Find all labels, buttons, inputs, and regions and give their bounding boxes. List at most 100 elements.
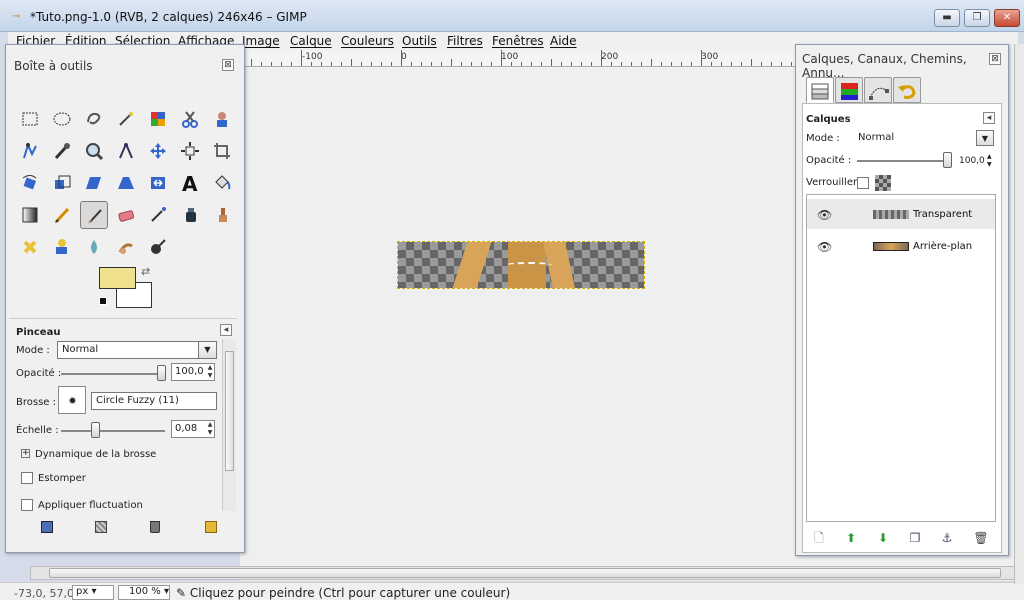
anchor-layer-icon[interactable]: ⚓ — [939, 530, 955, 546]
layer-row[interactable]: 👁 Transparent — [807, 199, 995, 229]
tool-ellipse-select[interactable] — [48, 105, 76, 133]
horizontal-ruler[interactable]: -100 0 100 200 300 — [240, 50, 800, 67]
tool-perspective[interactable] — [112, 169, 140, 197]
layer-name[interactable]: Arrière-plan — [913, 241, 972, 252]
scale-slider[interactable] — [61, 422, 165, 438]
dynamics-toggle[interactable]: Dynamique de la brosse — [35, 449, 156, 460]
tool-bucket-fill[interactable] — [208, 169, 236, 197]
swap-colors-icon[interactable]: ⇄ — [141, 265, 150, 278]
tool-clone[interactable] — [208, 201, 236, 229]
tool-shear[interactable] — [80, 169, 108, 197]
visibility-eye-icon[interactable]: 👁 — [817, 208, 832, 222]
opacity-slider-handle[interactable] — [157, 365, 166, 381]
tool-dodge-burn[interactable] — [144, 233, 172, 261]
tool-smudge[interactable] — [112, 233, 140, 261]
tool-eraser[interactable] — [112, 201, 140, 229]
horizontal-scrollbar[interactable] — [30, 566, 1020, 580]
unit-select[interactable]: px ▾ — [72, 585, 114, 600]
layer-row[interactable]: 👁 Arrière-plan — [807, 231, 995, 261]
menu-filtres[interactable]: Filtres — [447, 34, 483, 48]
tool-text[interactable]: A — [176, 169, 204, 197]
tool-color-select[interactable] — [144, 105, 172, 133]
expand-icon[interactable]: + — [21, 449, 30, 458]
opacity-spinner[interactable]: 100,0 ▲ ▼ — [171, 363, 215, 381]
reset-options-icon[interactable] — [205, 521, 217, 533]
scale-slider-handle[interactable] — [91, 422, 100, 438]
spin-arrows-icon[interactable]: ▲ ▼ — [206, 364, 214, 380]
jitter-checkbox[interactable] — [21, 499, 33, 511]
menu-calque[interactable]: Calque — [290, 34, 332, 48]
tab-channels[interactable] — [835, 77, 863, 103]
tool-blur[interactable] — [80, 233, 108, 261]
tool-align[interactable] — [176, 137, 204, 165]
spin-arrows-icon[interactable]: ▲ ▼ — [206, 421, 214, 437]
close-button[interactable]: ✕ — [994, 9, 1020, 27]
tab-layers[interactable] — [806, 77, 834, 103]
new-layer-icon[interactable]: 🗋 — [811, 530, 827, 546]
menu-fenetres[interactable]: Fenêtres — [492, 34, 544, 48]
mode-select[interactable]: Normal ▼ — [57, 341, 217, 359]
layer-name[interactable]: Transparent — [913, 209, 972, 220]
zoom-select[interactable]: 100 % ▾ — [118, 585, 170, 600]
tool-blend[interactable] — [16, 201, 44, 229]
ruler-tick — [511, 62, 512, 66]
maximize-button[interactable]: ❐ — [964, 9, 990, 27]
menu-couleurs[interactable]: Couleurs — [341, 34, 394, 48]
tool-perspective-clone[interactable] — [48, 233, 76, 261]
menu-outils[interactable]: Outils — [402, 34, 437, 48]
default-colors-icon[interactable] — [99, 297, 107, 305]
fade-checkbox[interactable] — [21, 472, 33, 484]
menu-image[interactable]: Image — [242, 34, 280, 48]
layer-opacity-handle[interactable] — [943, 152, 952, 168]
tool-move[interactable] — [144, 137, 172, 165]
tool-paths[interactable] — [16, 137, 44, 165]
restore-options-icon[interactable] — [95, 521, 107, 533]
brush-preview[interactable] — [58, 386, 86, 414]
tool-heal[interactable] — [16, 233, 44, 261]
foreground-color-swatch[interactable] — [99, 267, 136, 289]
raise-layer-icon[interactable]: ⬆ — [843, 530, 859, 546]
tool-free-select[interactable] — [80, 105, 108, 133]
tool-airbrush[interactable] — [144, 201, 172, 229]
layer-opacity-slider[interactable] — [857, 152, 952, 168]
delete-layer-icon[interactable]: 🗑 — [973, 530, 989, 546]
scale-spinner[interactable]: 0,08 ▲ ▼ — [171, 420, 215, 438]
tool-rotate[interactable] — [16, 169, 44, 197]
tool-scissors-select[interactable] — [176, 105, 204, 133]
layer-mode-select[interactable]: Normal ▼ — [853, 129, 995, 147]
tool-scale[interactable] — [48, 169, 76, 197]
tool-rect-select[interactable] — [16, 105, 44, 133]
tool-crop[interactable] — [208, 137, 236, 165]
tab-paths[interactable] — [864, 77, 892, 103]
lock-alpha-checkbox[interactable] — [857, 177, 869, 189]
tool-paintbrush[interactable] — [80, 201, 108, 229]
spin-arrows-icon[interactable]: ▲ ▼ — [987, 153, 992, 169]
tool-fuzzy-select[interactable] — [112, 105, 140, 133]
options-scroll-thumb[interactable] — [225, 351, 234, 471]
scroll-thumb[interactable] — [49, 568, 1001, 578]
tool-pencil[interactable] — [48, 201, 76, 229]
duplicate-layer-icon[interactable]: ❐ — [907, 530, 923, 546]
toolbox-close-icon[interactable]: ⊠ — [222, 59, 234, 71]
save-options-icon[interactable] — [41, 521, 53, 533]
visibility-eye-icon[interactable]: 👁 — [817, 240, 832, 254]
image-canvas[interactable] — [397, 241, 645, 289]
tool-foreground-select[interactable] — [208, 105, 236, 133]
tab-undo-history[interactable] — [893, 77, 921, 103]
minimize-button[interactable]: ▬ — [934, 9, 960, 27]
tool-measure[interactable] — [112, 137, 140, 165]
delete-options-icon[interactable] — [150, 521, 160, 533]
lower-layer-icon[interactable]: ⬇ — [875, 530, 891, 546]
dock-close-icon[interactable]: ⊠ — [989, 53, 1001, 65]
tool-color-picker[interactable] — [48, 137, 76, 165]
options-scrollbar[interactable] — [222, 339, 236, 511]
layers-menu-icon[interactable]: ◂ — [983, 112, 995, 124]
ruler-label: -100 — [302, 52, 323, 62]
brush-name-field[interactable]: Circle Fuzzy (11) — [91, 392, 217, 410]
tool-flip[interactable] — [144, 169, 172, 197]
options-menu-icon[interactable]: ◂ — [220, 324, 232, 336]
tool-ink[interactable] — [176, 201, 204, 229]
menu-aide[interactable]: Aide — [550, 34, 577, 48]
tool-zoom[interactable] — [80, 137, 108, 165]
opacity-slider[interactable] — [61, 365, 166, 381]
